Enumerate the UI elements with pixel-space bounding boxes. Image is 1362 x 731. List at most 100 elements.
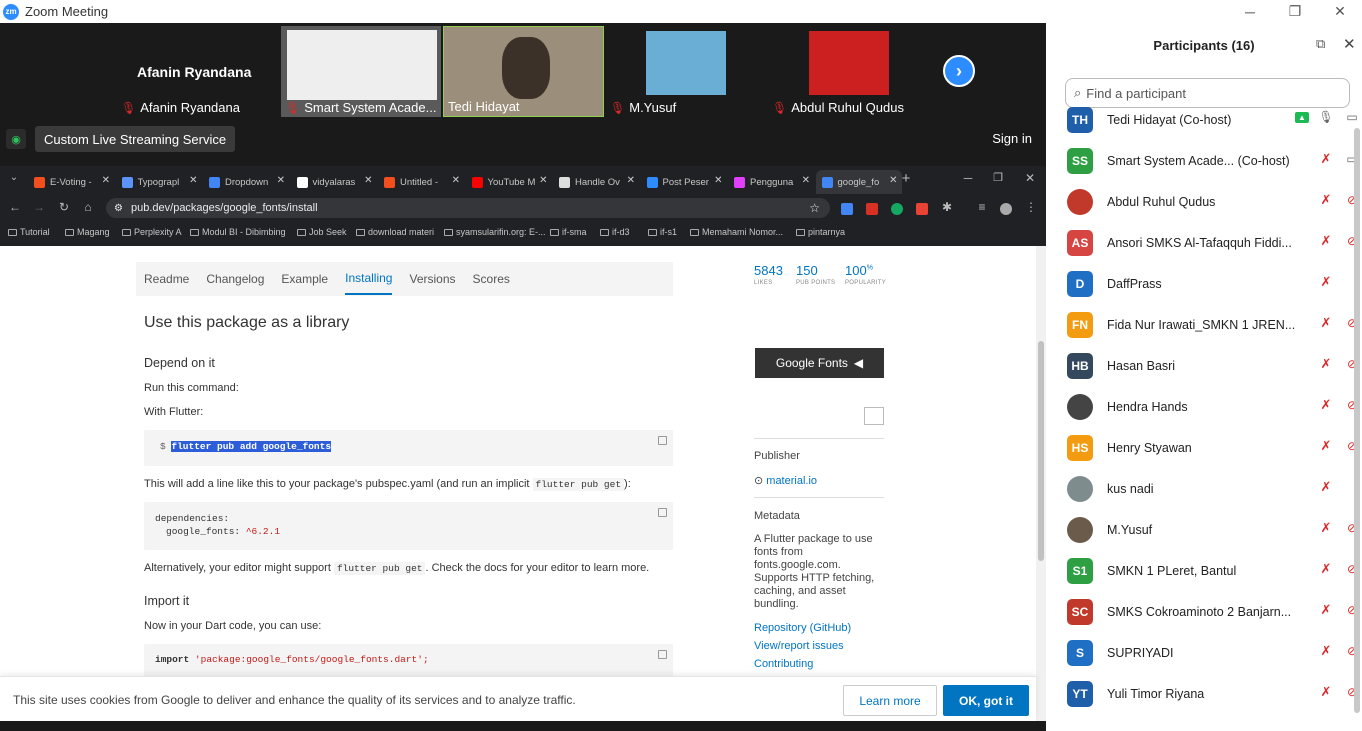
browser-tab[interactable]: Typograpl ✕ [116, 170, 202, 194]
participant-row[interactable]: S SUPRIYADI ✗ ⊘ [1067, 632, 1357, 673]
tab-readme[interactable]: Readme [144, 272, 189, 286]
participant-row[interactable]: S1 SMKN 1 PLeret, Bantul ✗ ⊘ [1067, 550, 1357, 591]
close-tab-icon[interactable]: ✕ [364, 175, 372, 186]
mic-muted-icon[interactable]: ✗ [1317, 192, 1335, 208]
minimize-button[interactable]: ─ [1227, 0, 1273, 23]
browser-close-icon[interactable]: ✕ [1021, 171, 1039, 185]
browser-tab[interactable]: Handle Ov ✕ [553, 170, 639, 194]
participant-row[interactable]: Abdul Ruhul Qudus ✗ ⊘ [1067, 181, 1357, 222]
tab-scores[interactable]: Scores [473, 272, 510, 286]
address-bar[interactable]: ⚙ pub.dev/packages/google_fonts/install … [106, 198, 830, 218]
participants-scrollbar[interactable] [1354, 128, 1360, 713]
copy-icon[interactable] [658, 650, 667, 659]
participant-row[interactable]: FN Fida Nur Irawati_SMKN 1 JREN... ✗ ⊘ [1067, 304, 1357, 345]
browser-minimize-icon[interactable]: ─ [959, 171, 977, 185]
browser-tab[interactable]: Post Peser ✕ [641, 170, 727, 194]
extension-icon[interactable] [916, 203, 928, 215]
menu-icon[interactable]: ⋮ [1022, 200, 1040, 214]
page-scrollbar[interactable] [1036, 246, 1046, 721]
copy-icon[interactable] [658, 436, 667, 445]
video-tile-screen[interactable]: 🎙 Smart System Acade... [281, 26, 441, 117]
bookmark-item[interactable]: if-d3 [600, 227, 630, 237]
close-tab-icon[interactable]: ✕ [189, 175, 197, 186]
selected-command[interactable]: flutter pub add google_fonts [171, 441, 332, 452]
home-button[interactable]: ⌂ [79, 200, 97, 214]
tab-example[interactable]: Example [281, 272, 328, 286]
bookmark-star-icon[interactable]: ☆ [809, 201, 820, 215]
browser-tab[interactable]: Dropdown ✕ [203, 170, 289, 194]
bookmark-item[interactable]: if-s1 [648, 227, 677, 237]
bookmark-item[interactable]: Tutorial [8, 227, 50, 237]
participant-row[interactable]: SS Smart System Acade... (Co-host) ✗ ▭ [1067, 140, 1358, 181]
issues-link[interactable]: View/report issues [754, 640, 844, 652]
mic-muted-icon[interactable]: ✗ [1317, 233, 1335, 249]
video-tile-self[interactable]: Afanin Ryandana 🎙 Afanin Ryandana [117, 26, 279, 117]
bookmark-item[interactable]: if-sma [550, 227, 587, 237]
close-tab-icon[interactable]: ✕ [102, 175, 110, 186]
mic-muted-icon[interactable]: ✗ [1317, 479, 1335, 495]
tab-versions[interactable]: Versions [409, 272, 455, 286]
mic-icon[interactable]: 🎙 [1317, 110, 1335, 124]
dependencies-code-block[interactable]: dependencies: google_fonts: ^6.2.1 [144, 502, 673, 550]
participant-row[interactable]: YT Yuli Timor Riyana ✗ ⊘ [1067, 673, 1357, 714]
media-control-icon[interactable]: ≡ [973, 200, 991, 214]
browser-tab[interactable]: vidyalaras ✕ [291, 170, 377, 194]
learn-more-button[interactable]: Learn more [843, 685, 937, 716]
scroll-thumb[interactable] [1038, 341, 1044, 561]
extension-icon[interactable] [841, 203, 853, 215]
close-panel-icon[interactable]: ✕ [1343, 35, 1356, 53]
pop-out-icon[interactable]: ⧉ [1316, 36, 1331, 51]
browser-tab[interactable]: YouTube M ✕ [466, 170, 552, 194]
command-code-block[interactable]: $ flutter pub add google_fonts [144, 430, 673, 466]
mic-muted-icon[interactable]: ✗ [1317, 643, 1335, 659]
participant-row[interactable]: AS Ansori SMKS Al-Tafaqquh Fiddi... ✗ ⊘ [1067, 222, 1357, 263]
close-window-button[interactable]: ✕ [1317, 0, 1362, 23]
mic-muted-icon[interactable]: ✗ [1317, 151, 1335, 167]
bookmark-item[interactable]: Job Seek [297, 227, 347, 237]
bookmark-item[interactable]: Magang [65, 227, 110, 237]
participant-row[interactable]: HB Hasan Basri ✗ ⊘ [1067, 345, 1357, 386]
participant-row[interactable]: kus nadi ✗ [1067, 468, 1343, 509]
browser-tab[interactable]: Untitled - ✕ [378, 170, 464, 194]
bookmark-item[interactable]: Modul BI - Dibimbing [190, 227, 286, 237]
video-camera-icon[interactable]: ▭ [1343, 110, 1361, 124]
extension-icon[interactable] [866, 203, 878, 215]
tab-installing[interactable]: Installing [345, 263, 393, 295]
participant-row[interactable]: D DaffPrass ✗ [1067, 263, 1343, 304]
video-tile-speaker[interactable]: Tedi Hidayat [443, 26, 604, 117]
participant-row[interactable]: TH Tedi Hidayat (Co-host) ▲ 🎙 ▭ [1067, 99, 1358, 140]
close-tab-icon[interactable]: ✕ [277, 175, 285, 186]
grammarly-icon[interactable] [891, 203, 903, 215]
mic-muted-icon[interactable]: ✗ [1317, 602, 1335, 618]
publisher-link[interactable]: ⊙ material.io [754, 474, 817, 487]
browser-tab[interactable]: google_fo ✕ [815, 170, 902, 194]
next-page-button[interactable]: › [943, 55, 975, 87]
participant-row[interactable]: Hendra Hands ✗ ⊘ [1067, 386, 1357, 427]
site-info-icon[interactable]: ⚙ [114, 203, 123, 214]
mic-muted-icon[interactable]: ✗ [1317, 561, 1335, 577]
contributing-link[interactable]: Contributing [754, 658, 813, 670]
new-tab-button[interactable]: + [897, 170, 915, 187]
close-tab-icon[interactable]: ✕ [627, 175, 635, 186]
video-tile-participant[interactable]: 🎙 Abdul Ruhul Qudus [768, 26, 930, 117]
extensions-puzzle-icon[interactable]: ✱ [938, 200, 956, 214]
bookmark-item[interactable]: pintarnya [796, 227, 845, 237]
participant-row[interactable]: SC SMKS Cokroaminoto 2 Banjarn... ✗ ⊘ [1067, 591, 1357, 632]
mic-muted-icon[interactable]: ✗ [1317, 315, 1335, 331]
import-code-block[interactable]: import 'package:google_fonts/google_font… [144, 644, 673, 676]
browser-tab[interactable]: Pengguna ✕ [728, 170, 814, 194]
browser-restore-icon[interactable]: ❐ [989, 171, 1007, 184]
participant-row[interactable]: HS Henry Styawan ✗ ⊘ [1067, 427, 1357, 468]
bookmark-item[interactable]: Perplexity A [122, 227, 182, 237]
video-tile-participant[interactable]: 🎙 M.Yusuf [606, 26, 766, 117]
forward-button[interactable]: → [30, 200, 48, 214]
bookmark-item[interactable]: syamsularifin.org: E-... [444, 227, 546, 237]
bookmark-item[interactable]: download materi [356, 227, 434, 237]
mic-muted-icon[interactable]: ✗ [1317, 356, 1335, 372]
back-button[interactable]: ← [6, 200, 24, 214]
mic-muted-icon[interactable]: ✗ [1317, 684, 1335, 700]
close-tab-icon[interactable]: ✕ [802, 175, 810, 186]
close-tab-icon[interactable]: ✕ [539, 175, 547, 186]
tab-search-icon[interactable]: ⌄ [5, 172, 23, 183]
profile-avatar[interactable] [1000, 203, 1012, 215]
